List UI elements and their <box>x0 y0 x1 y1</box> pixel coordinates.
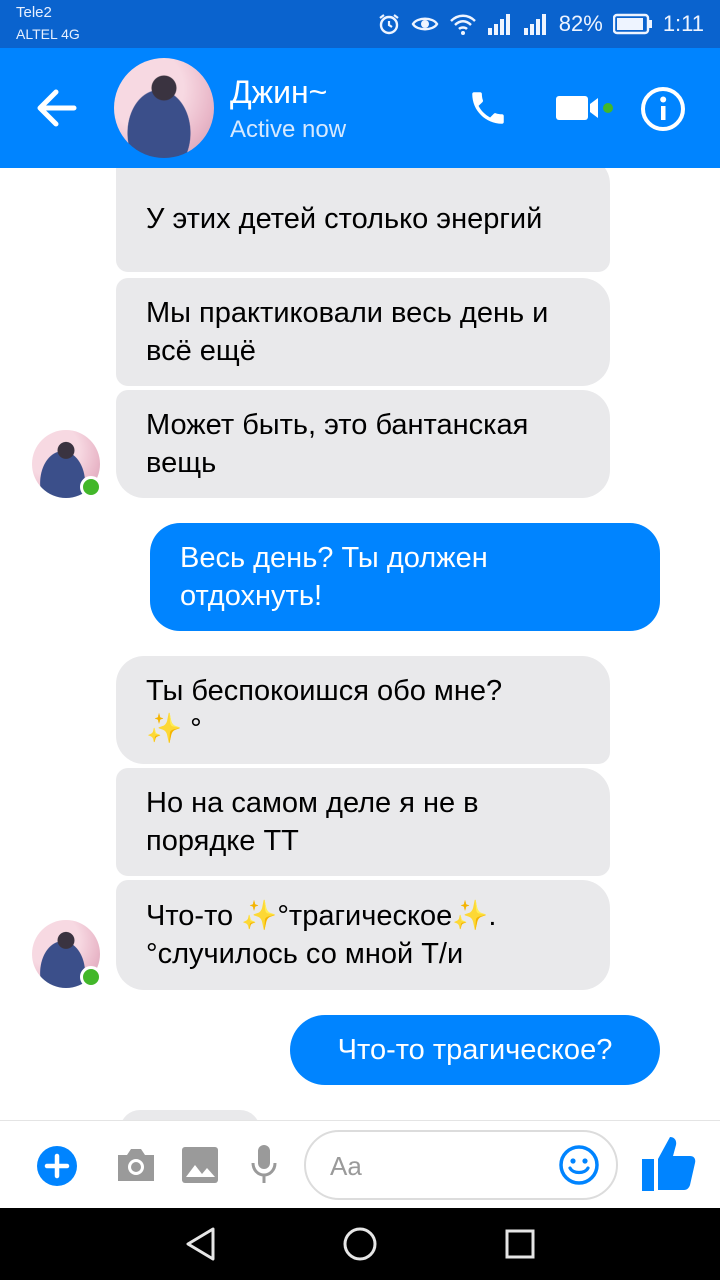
sparkles-emoji: ✨ <box>241 900 278 932</box>
gallery-icon[interactable] <box>180 1145 220 1185</box>
sparkles-emoji: ✨ <box>452 900 489 932</box>
contact-status: Active now <box>230 116 347 143</box>
message-text: Что-то <box>146 900 242 932</box>
contact-name[interactable]: Джин~ <box>230 74 327 111</box>
battery-percent: 82% <box>558 11 603 36</box>
message-line: Что-то ✨°трагическое✨. <box>146 897 496 935</box>
eye-comfort-icon <box>411 12 439 36</box>
microphone-icon[interactable] <box>248 1143 280 1187</box>
message-list[interactable]: У этих детей столько энергий Мы практико… <box>0 168 720 1120</box>
message-outgoing[interactable]: Весь день? Ты должен отдохнуть! <box>150 523 660 631</box>
sparkles-emoji: ✨ <box>146 713 183 745</box>
message-text: . <box>488 900 497 932</box>
online-indicator <box>80 476 102 498</box>
info-icon[interactable] <box>640 86 686 132</box>
video-call-icon[interactable] <box>554 88 618 128</box>
message-outgoing[interactable]: Что-то трагическое? <box>290 1015 660 1085</box>
message-incoming[interactable]: Ты беспокоишся обо мне? ✨ ° <box>116 656 610 764</box>
message-incoming[interactable]: Но на самом деле я не в порядке ТТ <box>116 768 610 876</box>
status-icons: 82% 1:11 <box>377 10 704 38</box>
signal-icon <box>487 12 513 36</box>
clock: 1:11 <box>662 11 704 36</box>
plus-icon[interactable] <box>36 1145 78 1187</box>
system-navigation-bar <box>0 1208 720 1280</box>
status-bar: Tele2 ALTEL 4G 82% 1:11 <box>0 0 720 48</box>
message-input[interactable] <box>328 1132 552 1200</box>
message-incoming[interactable]: Может быть, это бантанская вещь <box>116 390 610 498</box>
nav-home-icon[interactable] <box>340 1224 380 1264</box>
nav-recents-icon[interactable] <box>500 1224 540 1264</box>
thumbs-up-icon[interactable] <box>640 1133 698 1195</box>
contact-avatar[interactable] <box>114 58 214 158</box>
network-name: ALTEL 4G <box>16 26 80 42</box>
back-arrow-icon[interactable] <box>30 86 86 130</box>
online-indicator <box>80 966 102 988</box>
message-incoming[interactable]: Мы практиковали весь день и всё ещё <box>116 278 610 386</box>
carrier-name: Tele2 <box>16 4 52 21</box>
message-input-box[interactable] <box>304 1130 618 1200</box>
phone-icon[interactable] <box>466 86 510 130</box>
nav-back-icon[interactable] <box>180 1224 220 1264</box>
wifi-icon <box>449 12 477 36</box>
signal-icon-2 <box>523 12 549 36</box>
emoji-icon[interactable] <box>558 1144 600 1186</box>
alarm-icon <box>377 12 401 36</box>
chat-header: Джин~ Active now <box>0 48 720 168</box>
composer-bar <box>0 1120 720 1209</box>
message-incoming[interactable]: У этих детей столько энергий <box>116 168 610 272</box>
camera-icon[interactable] <box>114 1145 158 1185</box>
message-line: ✨ ° <box>146 710 202 748</box>
typing-indicator <box>120 1110 260 1120</box>
message-line: °случилось со мной Т/и <box>146 938 464 970</box>
message-incoming[interactable]: Что-то ✨°трагическое✨. °случилось со мно… <box>116 880 610 990</box>
battery-icon <box>612 13 653 35</box>
message-line: Ты беспокоишся обо мне? <box>146 675 503 707</box>
message-text: ° <box>182 713 202 745</box>
message-text: °трагическое <box>277 900 453 932</box>
